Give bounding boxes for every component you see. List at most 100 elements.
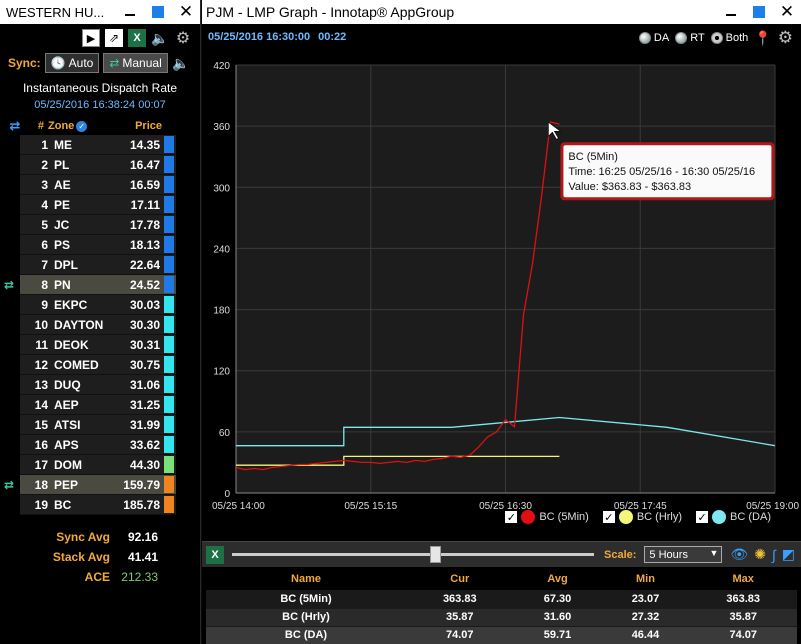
stats-cell: 23.07: [601, 590, 690, 609]
zone-row[interactable]: 9 EKPC 30.03: [20, 295, 176, 315]
radio-da[interactable]: DA: [638, 32, 669, 44]
zone-num: 11: [35, 337, 48, 352]
stats-row[interactable]: BC (5Min) 363.83 67.30 23.07 363.83: [206, 590, 797, 609]
zone-row[interactable]: 4 PE 17.11: [20, 195, 176, 215]
zone-num: 19: [34, 497, 48, 512]
summary-value: 92.16: [127, 530, 158, 544]
chart-area-icon[interactable]: ◩: [782, 546, 795, 563]
sort-swap-icon[interactable]: ⇄: [0, 118, 30, 134]
zone-price: 30.30: [129, 317, 160, 332]
zone-row[interactable]: 17 DOM 44.30: [20, 455, 176, 475]
zone-row[interactable]: 1 ME 14.35: [20, 135, 176, 155]
zone-row[interactable]: 6 PS 18.13: [20, 235, 176, 255]
checkmark-icon: ✓: [76, 120, 88, 132]
legend-checkbox[interactable]: ✓: [505, 511, 518, 524]
stats-header-cell[interactable]: Name: [206, 568, 406, 590]
zone-row[interactable]: 19 BC 185.78: [20, 495, 176, 515]
legend-checkbox[interactable]: ✓: [696, 511, 709, 524]
gear-icon[interactable]: ⚙: [778, 28, 793, 48]
stats-row[interactable]: BC (DA) 74.07 59.71 46.44 74.07: [206, 626, 797, 644]
zone-name: DEOK: [54, 337, 89, 352]
zone-row[interactable]: 3 AE 16.59: [20, 175, 176, 195]
y-tick-label: 120: [213, 367, 230, 378]
summary-row: Sync Avg 92.16: [0, 527, 200, 547]
zone-row[interactable]: 16 APS 33.62: [20, 435, 176, 455]
right-maximize-button[interactable]: [745, 0, 773, 24]
zone-price: 31.25: [129, 397, 160, 412]
header-zone[interactable]: Zone ✓: [44, 120, 116, 132]
zone-row[interactable]: 2 PL 16.47: [20, 155, 176, 175]
sync-auto-button[interactable]: 🕓 Auto: [44, 53, 100, 73]
legend-item[interactable]: ✓ BC (Hrly): [602, 510, 683, 524]
zone-price: 30.31: [129, 337, 160, 352]
stats-header-cell[interactable]: Max: [689, 568, 797, 590]
stats-row[interactable]: BC (Hrly) 35.87 31.60 27.32 35.87: [206, 608, 797, 627]
header-num: #: [37, 120, 44, 132]
zone-name: APS: [54, 437, 79, 452]
swap-arrows-icon[interactable]: ⇄: [0, 478, 18, 492]
zone-color-bar: [164, 356, 174, 373]
legend-item[interactable]: ✓ BC (DA): [696, 510, 771, 524]
zone-price: 159.79: [123, 477, 160, 492]
zone-name: PS: [54, 237, 71, 252]
left-maximize-button[interactable]: [144, 0, 172, 24]
lmp-chart[interactable]: 0 60 120 180 240 300 360 420 05/25 14:00 05/25 15…: [202, 50, 801, 540]
slider-thumb[interactable]: [429, 545, 441, 563]
zone-num: 2: [41, 157, 48, 172]
stats-header-cell[interactable]: Cur: [406, 568, 514, 590]
curve-icon[interactable]: ∫: [772, 547, 776, 563]
scale-select[interactable]: 5 Hours ▼: [644, 546, 723, 563]
tooltip-time: Time: 16:25 05/25/16 - 16:30 05/25/16: [568, 166, 755, 178]
left-close-button[interactable]: ✕: [172, 0, 200, 24]
zone-row[interactable]: 11 DEOK 30.31: [20, 335, 176, 355]
legend-label: BC (Hrly): [636, 511, 683, 523]
graph-window-title: PJM - LMP Graph - Innotap® AppGroup: [206, 4, 455, 20]
y-tick-label: 180: [213, 306, 230, 317]
location-pin-icon[interactable]: 📍: [754, 30, 771, 47]
sync-speaker-icon[interactable]: 🔈: [172, 54, 190, 72]
zone-row[interactable]: 14 AEP 31.25: [20, 395, 176, 415]
header-zone-label: Zone: [48, 120, 75, 132]
zone-row[interactable]: 15 ATSI 31.99: [20, 415, 176, 435]
zone-name: PL: [54, 157, 70, 172]
swap-arrows-icon[interactable]: ⇄: [0, 278, 18, 292]
speaker-icon[interactable]: 🔈: [151, 29, 169, 47]
zone-color-bar: [164, 436, 174, 453]
excel-export-icon[interactable]: X: [206, 545, 224, 564]
stats-header-cell[interactable]: Min: [601, 568, 690, 590]
lmp-chart-svg[interactable]: 0 60 120 180 240 300 360 420 05/25 14:00 05/25 15…: [202, 50, 801, 540]
excel-export-icon[interactable]: X: [128, 29, 146, 47]
zone-price: 33.62: [129, 437, 160, 452]
right-close-button[interactable]: ✕: [773, 0, 801, 24]
zone-row[interactable]: 10 DAYTON 30.30: [20, 315, 176, 335]
stats-cell: BC (5Min): [206, 590, 406, 609]
zone-row[interactable]: 5 JC 17.78: [20, 215, 176, 235]
zone-num: 18: [34, 477, 48, 492]
play-icon[interactable]: ▶: [82, 29, 100, 47]
zone-row[interactable]: ⇄ 18 PEP 159.79: [4, 475, 176, 495]
sync-manual-button[interactable]: ⇄ Manual: [103, 53, 168, 73]
stats-cell: 363.83: [689, 590, 797, 609]
zone-row[interactable]: 7 DPL 22.64: [20, 255, 176, 275]
sun-icon[interactable]: ✺: [754, 546, 766, 563]
zone-num: 9: [41, 297, 48, 312]
graph-elapsed: 00:22: [318, 31, 347, 43]
legend-item[interactable]: ✓ BC (5Min): [505, 510, 589, 524]
radio-rt[interactable]: RT: [675, 32, 705, 44]
zone-row[interactable]: ⇄ 8 PN 24.52: [4, 275, 176, 295]
time-slider[interactable]: [232, 542, 594, 568]
zone-row[interactable]: 12 COMED 30.75: [20, 355, 176, 375]
zone-row[interactable]: 13 DUQ 31.06: [20, 375, 176, 395]
zone-color-bar: [164, 456, 174, 473]
zone-num: 12: [34, 357, 48, 372]
legend-label: BC (DA): [730, 511, 771, 523]
radio-both[interactable]: Both: [710, 32, 748, 44]
eye-icon[interactable]: 👁: [730, 546, 748, 563]
right-minimize-button[interactable]: [717, 0, 745, 24]
left-title-bar: WESTERN HU... ✕: [0, 0, 200, 24]
legend-checkbox[interactable]: ✓: [602, 511, 615, 524]
gear-icon[interactable]: ⚙: [174, 29, 192, 47]
left-minimize-button[interactable]: [116, 0, 144, 24]
popout-icon[interactable]: ⇗: [105, 29, 123, 47]
stats-header-cell[interactable]: Avg: [513, 568, 602, 590]
